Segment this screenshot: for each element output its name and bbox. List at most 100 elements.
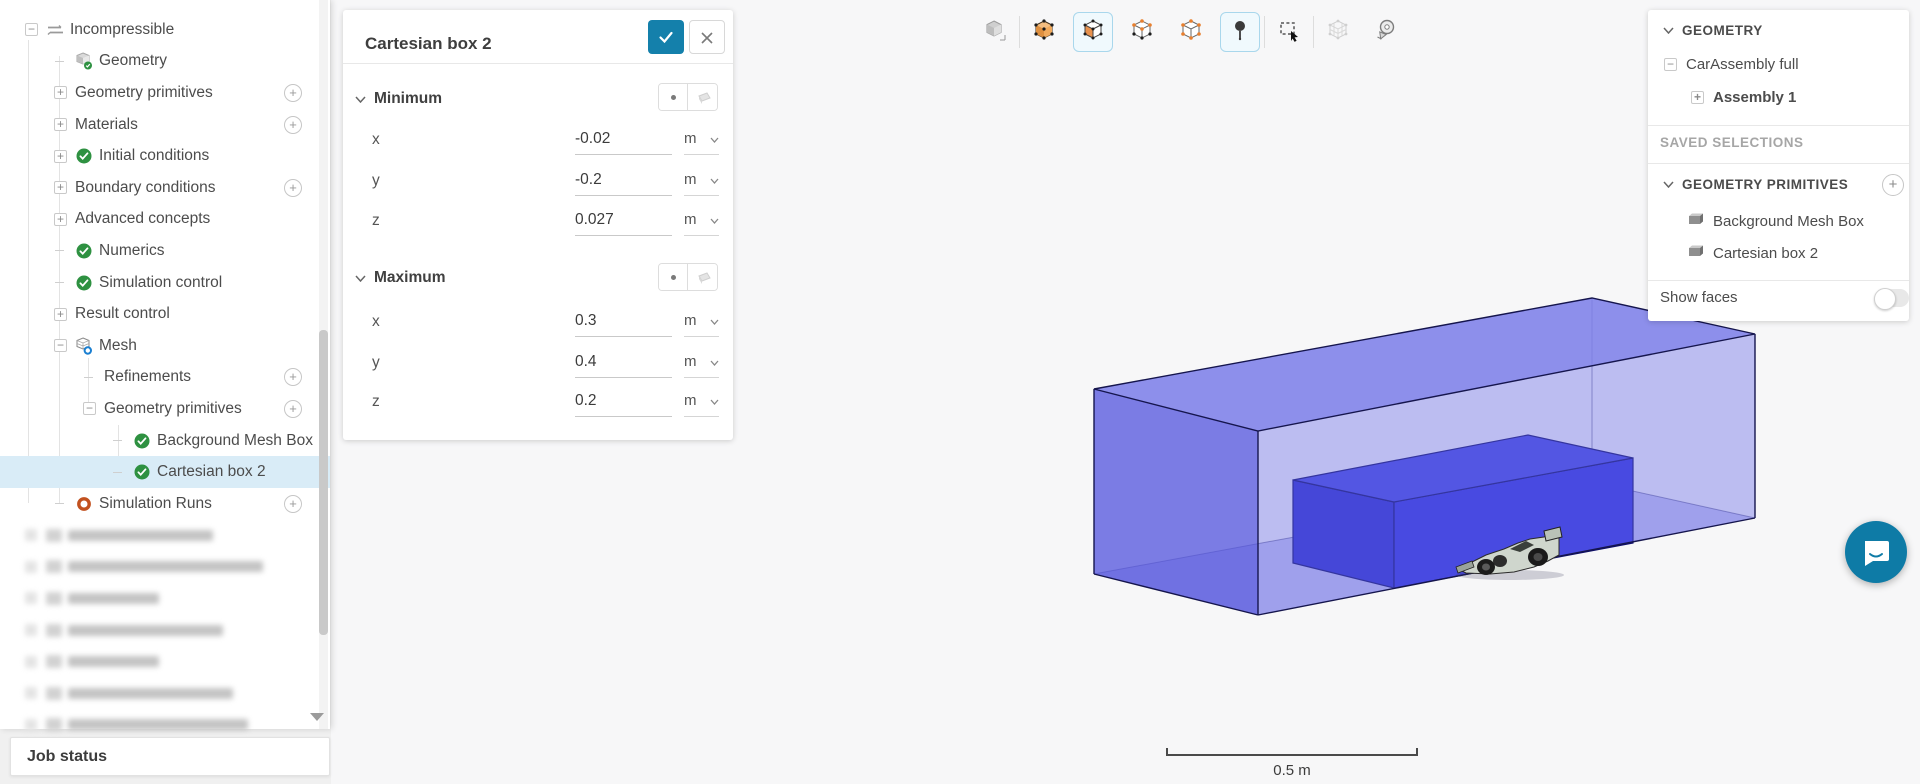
- tree-item-blurred[interactable]: [0, 709, 330, 741]
- tree-item-boundary-conditions[interactable]: + Boundary conditions +: [0, 172, 330, 204]
- minimum-section-header[interactable]: Minimum: [355, 90, 442, 108]
- blurred-icon: [46, 528, 62, 542]
- tree-item-materials[interactable]: + Materials +: [0, 109, 330, 141]
- scroll-more-indicator[interactable]: [310, 713, 324, 721]
- face-select-button[interactable]: [1073, 12, 1113, 52]
- sidebar-scrollbar-thumb[interactable]: [319, 330, 328, 635]
- point-mode-button[interactable]: [659, 84, 689, 110]
- min-y-input[interactable]: -0.2: [575, 166, 672, 196]
- tree-item-blurred[interactable]: [0, 520, 330, 552]
- divider: [1648, 125, 1909, 126]
- add-child-button[interactable]: +: [284, 494, 302, 513]
- blurred-label: [68, 529, 213, 541]
- tree-expander[interactable]: +: [54, 307, 67, 321]
- tree-item-label: Materials: [75, 115, 138, 133]
- tree-connector: [54, 497, 67, 510]
- max-y-input[interactable]: 0.4: [575, 348, 672, 378]
- measure-button[interactable]: [1367, 12, 1407, 52]
- check-icon: [75, 147, 93, 165]
- maximum-section-header[interactable]: Maximum: [355, 269, 446, 287]
- scene-3d[interactable]: [1071, 285, 1771, 630]
- min-z-unit-select[interactable]: m: [684, 206, 719, 236]
- tree-expander: [25, 592, 37, 605]
- tree-item-label: Simulation Runs: [99, 494, 212, 512]
- tree-item-blurred[interactable]: [0, 677, 330, 709]
- max-x-input[interactable]: 0.3: [575, 307, 672, 337]
- probe-pin-button[interactable]: [1220, 12, 1260, 52]
- add-child-button[interactable]: +: [284, 399, 302, 418]
- check-icon: [659, 31, 673, 44]
- tree-item-refinements[interactable]: Refinements +: [0, 362, 330, 394]
- min-y-unit-select[interactable]: m: [684, 166, 719, 196]
- tree-item-label: Geometry primitives: [75, 83, 213, 101]
- tree-item-numerics[interactable]: Numerics: [0, 235, 330, 267]
- show-faces-toggle[interactable]: [1874, 288, 1909, 310]
- field-label: y: [372, 172, 380, 189]
- collapse-expander[interactable]: −: [1664, 58, 1677, 71]
- add-child-button[interactable]: +: [284, 178, 302, 197]
- add-child-button[interactable]: +: [284, 115, 302, 134]
- tree-item-blurred[interactable]: [0, 646, 330, 678]
- job-status-bar[interactable]: Job status: [10, 737, 330, 776]
- tree-expander[interactable]: −: [25, 23, 38, 37]
- tree-item-geometry-primitives[interactable]: − Geometry primitives +: [0, 393, 330, 425]
- background-mesh-box[interactable]: [1093, 297, 1756, 616]
- expand-expander[interactable]: +: [1691, 91, 1704, 104]
- tree-expander[interactable]: +: [54, 118, 67, 132]
- geometry-primitives-header[interactable]: GEOMETRY PRIMITIVES: [1663, 177, 1848, 192]
- tree-expander[interactable]: +: [54, 181, 67, 195]
- min-x-row: x -0.02 m: [343, 123, 733, 163]
- tree-item-cartesian-box-2[interactable]: Cartesian box 2: [0, 456, 330, 488]
- plane-mode-button[interactable]: [688, 264, 717, 290]
- max-y-unit-select[interactable]: m: [684, 348, 719, 378]
- tree-expander[interactable]: +: [54, 212, 67, 226]
- tree-expander[interactable]: −: [54, 339, 67, 353]
- edge-select-button[interactable]: [1171, 12, 1211, 52]
- plane-mode-button[interactable]: [688, 84, 717, 110]
- tree-expander[interactable]: +: [54, 149, 67, 163]
- primitive-item-cartesian-box-2[interactable]: Cartesian box 2: [1687, 244, 1818, 262]
- sub-assembly-tree-item[interactable]: + Assembly 1: [1691, 89, 1796, 106]
- tree-item-initial-conditions[interactable]: + Initial conditions: [0, 140, 330, 172]
- confirm-button[interactable]: [648, 20, 684, 54]
- primitive-item-background-mesh-box[interactable]: Background Mesh Box: [1687, 212, 1864, 230]
- tree-item-incompressible[interactable]: − Incompressible: [0, 14, 330, 46]
- box-select-button[interactable]: [1269, 12, 1309, 52]
- add-child-button[interactable]: +: [284, 368, 302, 387]
- chevron-down-icon: [710, 399, 719, 405]
- tree-item-blurred[interactable]: [0, 614, 330, 646]
- vertex-select-button[interactable]: [1122, 12, 1162, 52]
- tree-item-blurred[interactable]: [0, 583, 330, 615]
- add-child-button[interactable]: +: [284, 83, 302, 102]
- tree-item-simulation-control[interactable]: Simulation control: [0, 267, 330, 299]
- add-primitive-button[interactable]: +: [1882, 174, 1904, 196]
- geometry-section-header[interactable]: GEOMETRY: [1663, 23, 1763, 38]
- min-x-unit-select[interactable]: m: [684, 125, 719, 155]
- max-x-unit-select[interactable]: m: [684, 307, 719, 337]
- tree-expander[interactable]: +: [54, 86, 67, 100]
- tree-expander[interactable]: −: [83, 402, 96, 416]
- point-mode-button[interactable]: [659, 264, 689, 290]
- chevron-down-icon: [355, 95, 366, 103]
- close-button[interactable]: [689, 20, 725, 54]
- tree-item-result-control[interactable]: + Result control: [0, 298, 330, 330]
- tree-item-background-mesh-box[interactable]: Background Mesh Box: [0, 425, 330, 457]
- min-z-input[interactable]: 0.027: [575, 206, 672, 236]
- volume-select-button[interactable]: [1024, 12, 1064, 52]
- max-z-input[interactable]: 0.2: [575, 387, 672, 417]
- tree-item-simulation-runs[interactable]: Simulation Runs +: [0, 488, 330, 520]
- face-select-icon: [1081, 18, 1105, 47]
- check-icon: [133, 432, 151, 450]
- min-x-input[interactable]: -0.02: [575, 125, 672, 155]
- tree-item-geometry[interactable]: Geometry: [0, 46, 330, 78]
- tree-item-advanced-concepts[interactable]: + Advanced concepts: [0, 204, 330, 236]
- assembly-tree-item[interactable]: − CarAssembly full: [1664, 56, 1799, 73]
- tree-item-geometry-primitives[interactable]: + Geometry primitives +: [0, 77, 330, 109]
- tree-item-label: Incompressible: [70, 20, 175, 38]
- support-chat-button[interactable]: [1845, 521, 1907, 583]
- max-z-unit-select[interactable]: m: [684, 387, 719, 417]
- blurred-label: [68, 561, 263, 573]
- tree-item-label: Background Mesh Box: [157, 431, 313, 449]
- tree-item-blurred[interactable]: [0, 551, 330, 583]
- tree-item-mesh[interactable]: − Mesh: [0, 330, 330, 362]
